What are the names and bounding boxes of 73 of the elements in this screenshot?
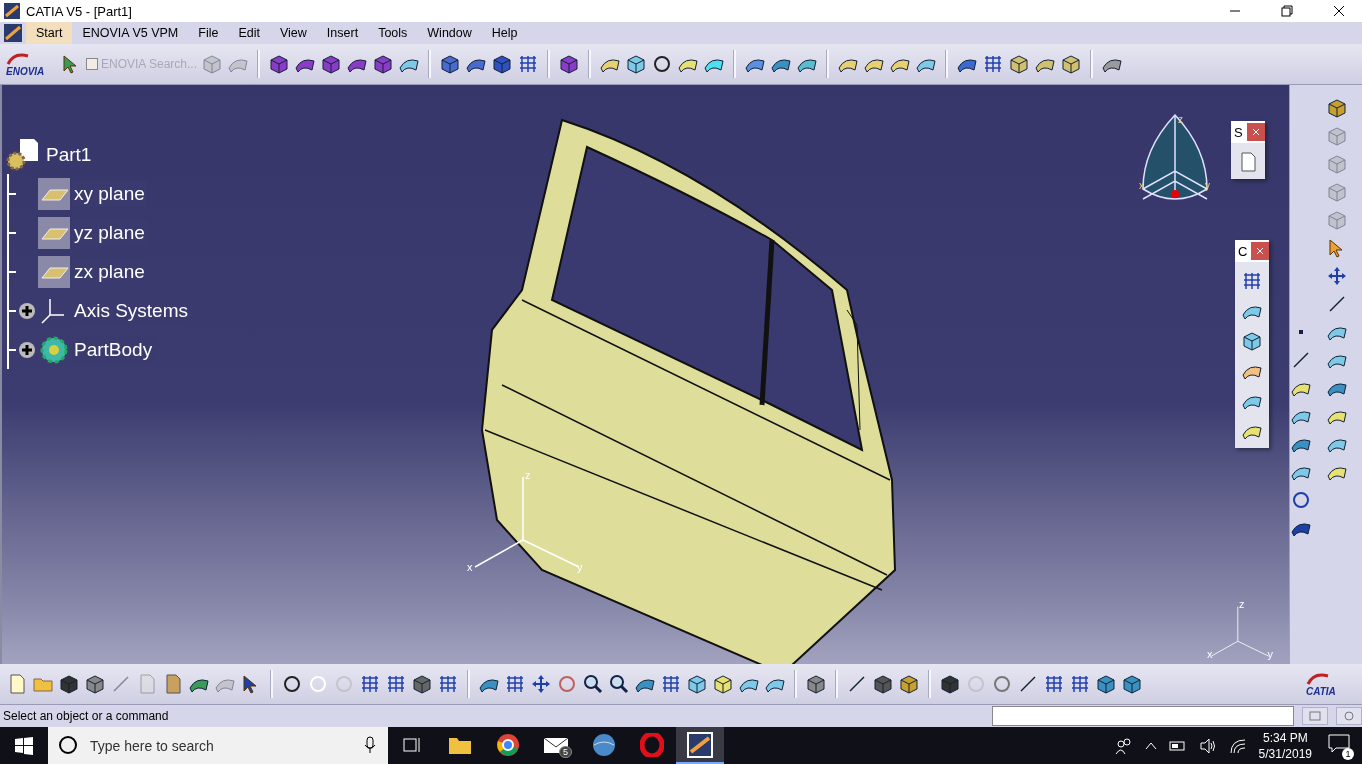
axis-label: z (525, 469, 531, 481)
task-view-icon (402, 735, 422, 754)
close-button[interactable] (1247, 123, 1265, 141)
status-message: Select an object or a command (3, 709, 170, 723)
app-logo-icon (4, 3, 20, 19)
cube-icon[interactable] (686, 673, 708, 695)
menu-item[interactable]: Start (26, 22, 73, 44)
browser-icon (496, 732, 520, 757)
people-icon (1114, 736, 1133, 755)
tree-node[interactable]: Part1 (44, 141, 94, 168)
shape-tool-icon[interactable] (1241, 330, 1263, 352)
axis-label: y (1267, 648, 1273, 661)
menu-item[interactable]: Help (481, 22, 528, 44)
tree-branch-line (6, 291, 16, 330)
window-title: CATIA V5 - [Part1] (26, 3, 133, 19)
axis-label: x (1207, 648, 1213, 661)
window-icon (1309, 710, 1321, 721)
cube-icon[interactable] (1095, 673, 1117, 695)
notification-button[interactable]: 1 (1324, 730, 1354, 761)
app-logo-icon (687, 731, 713, 758)
grid-icon[interactable] (1241, 270, 1263, 292)
menu-item[interactable]: File (188, 22, 229, 44)
chevron-up-icon[interactable] (1144, 740, 1157, 751)
expand-icon[interactable] (18, 340, 36, 359)
tree-branch-line (6, 330, 16, 369)
battery-icon[interactable] (1168, 739, 1187, 752)
tree-branch-line (6, 213, 16, 252)
microphone-icon[interactable] (364, 736, 376, 754)
menu-item[interactable]: Edit (228, 22, 270, 44)
shape-tool-icon[interactable] (1008, 53, 1031, 75)
taskbar-search-field[interactable]: Type here to search (48, 727, 388, 764)
menu-item[interactable]: Window (417, 22, 482, 44)
logo-mark-icon (6, 51, 30, 66)
pan-icon[interactable] (530, 673, 552, 695)
toolbar-title: C (1237, 243, 1249, 259)
menu-item[interactable]: ENOVIA V5 VPM (72, 22, 189, 44)
cortana-circle-icon[interactable] (58, 735, 78, 755)
logo-text: ENOVIA (6, 65, 45, 77)
app-logo-icon (4, 24, 22, 42)
circle-icon (1343, 710, 1355, 721)
shape-tool-icon[interactable] (1060, 53, 1083, 75)
windows-logo-icon (15, 736, 33, 755)
shape-tool-icon[interactable] (320, 53, 343, 75)
table-icon[interactable] (359, 673, 381, 695)
axis-label: x (467, 561, 473, 573)
grid-icon[interactable] (1069, 673, 1091, 695)
wifi-icon[interactable] (1228, 737, 1247, 754)
cube-icon[interactable] (1121, 673, 1143, 695)
zoom-in-icon[interactable] (582, 673, 604, 695)
command-input-field[interactable] (992, 706, 1294, 726)
tree-branch-line (6, 174, 16, 213)
shape-tool-icon[interactable] (372, 53, 395, 75)
menu-item[interactable]: Insert (316, 22, 369, 44)
close-icon (1256, 247, 1264, 255)
expand-icon[interactable] (18, 301, 36, 320)
close-icon (1333, 5, 1345, 17)
logo-mark-icon (1306, 671, 1330, 686)
o-logo-icon (640, 732, 664, 757)
tree-branch-line (6, 252, 16, 291)
volume-icon[interactable] (1198, 737, 1217, 754)
restore-icon (1281, 5, 1293, 17)
globe-icon (592, 732, 616, 757)
close-icon (1252, 128, 1260, 136)
axis-label: z (1238, 600, 1245, 610)
circle-icon[interactable] (1290, 489, 1312, 511)
menu-item[interactable]: View (270, 22, 317, 44)
taskbar-clock[interactable]: 5:34 PM 5/31/2019 (1258, 729, 1312, 762)
close-button[interactable] (1251, 242, 1269, 260)
logo-text: CATIA (1306, 685, 1336, 697)
toolbar-title: S (1233, 124, 1244, 140)
taskbar-app-button[interactable]: 5 (532, 727, 580, 764)
taskbar-app-button[interactable] (676, 727, 724, 764)
menu-item[interactable]: Tools (368, 22, 418, 44)
